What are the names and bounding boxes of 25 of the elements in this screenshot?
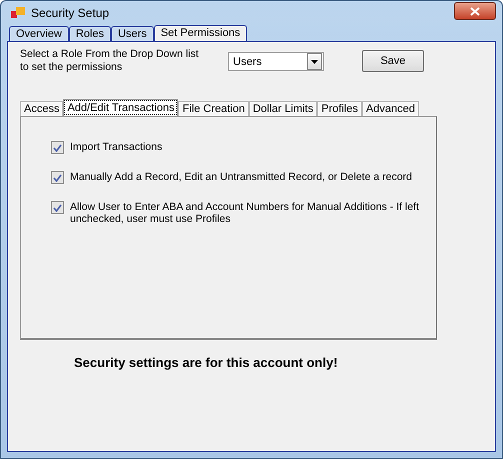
checkbox-label: Import Transactions (70, 141, 164, 153)
checkbox[interactable] (51, 171, 64, 184)
tab[interactable]: Dollar Limits (248, 101, 318, 116)
tab[interactable]: Users (110, 26, 154, 41)
app-icon (11, 7, 25, 19)
close-icon[interactable] (470, 6, 480, 16)
checkbox[interactable] (51, 141, 64, 154)
dropdown-caret-icon[interactable] (307, 53, 322, 70)
tab[interactable]: Add/Edit Transactions (63, 99, 178, 116)
tab[interactable]: Roles (68, 26, 111, 41)
tab[interactable]: Profiles (317, 101, 362, 116)
notice-text: Security settings are for this account only! (74, 355, 339, 370)
checkbox-label: Manually Add a Record, Edit an Untransmitted Record, or Delete a record (70, 171, 414, 183)
checkbox-label: Allow User to Enter ABA and Account Numbers for Manual Additions - If left unchecked, user must use Profiles (70, 201, 420, 225)
tab[interactable]: File Creation (178, 101, 249, 116)
save-button[interactable]: Save (362, 50, 424, 72)
role-dropdown[interactable]: Users (228, 52, 324, 71)
checkbox[interactable] (51, 201, 64, 214)
tab[interactable]: Advanced (362, 101, 419, 116)
tab[interactable]: Set Permissions (154, 25, 248, 41)
window-title: Security Setup (31, 6, 110, 20)
role-prompt: Select a Role From the Drop Down list to set the permissions (20, 48, 200, 74)
tab[interactable]: Access (20, 101, 64, 116)
tab[interactable]: Overview (9, 26, 69, 41)
close-button[interactable] (454, 2, 496, 20)
